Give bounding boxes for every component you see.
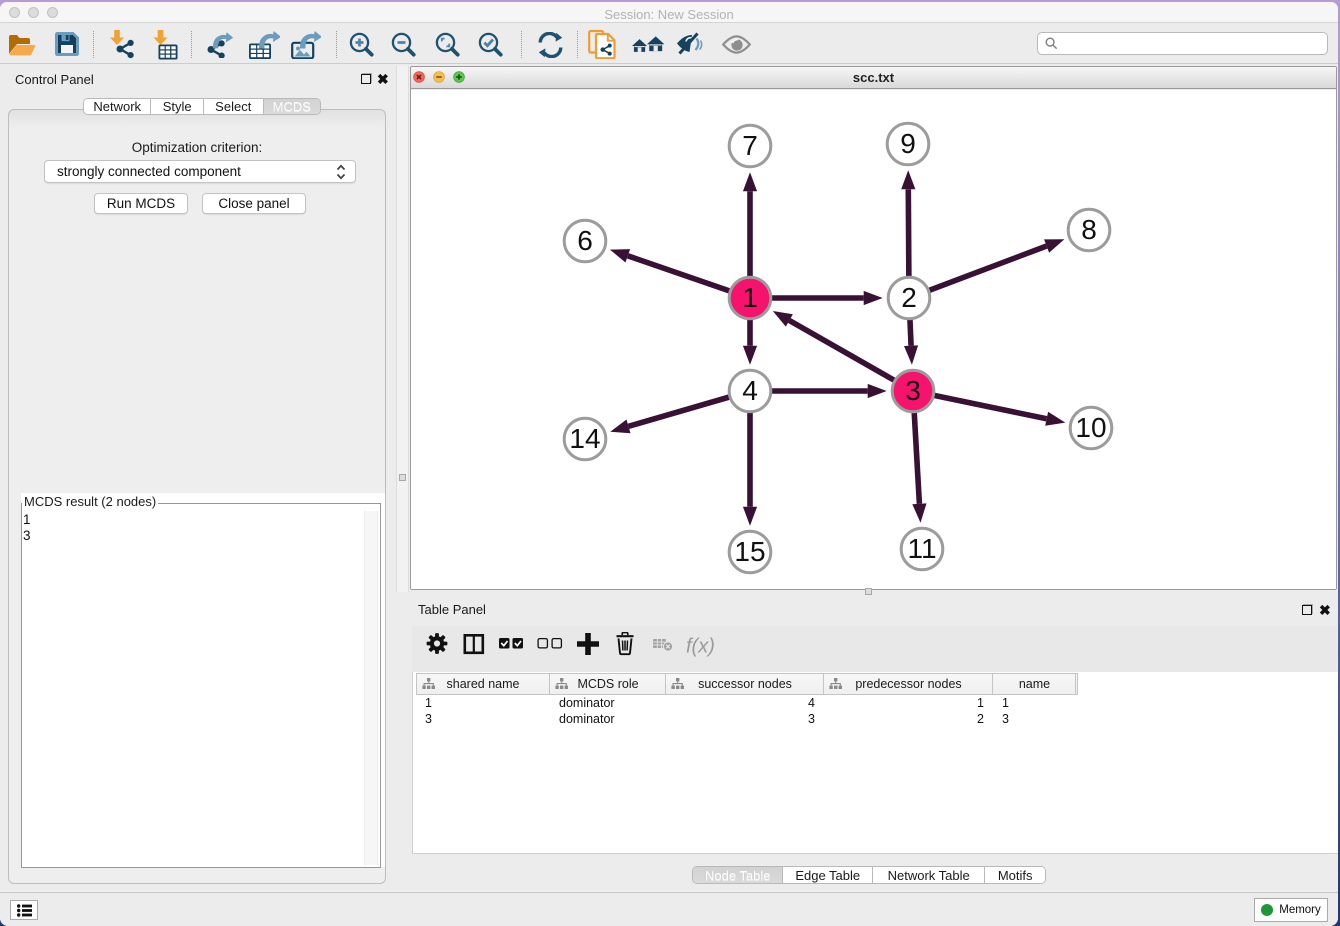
svg-text:7: 7 [742, 130, 758, 161]
svg-text:f(x): f(x) [686, 636, 715, 658]
svg-text:9: 9 [900, 128, 916, 159]
svg-text:1: 1 [742, 282, 758, 313]
svg-text:11: 11 [907, 533, 936, 564]
svg-text:2: 2 [901, 282, 917, 313]
svg-text:4: 4 [742, 375, 758, 406]
svg-text:8: 8 [1081, 214, 1097, 245]
svg-text:6: 6 [577, 225, 593, 256]
svg-text:14: 14 [569, 423, 600, 454]
svg-text:10: 10 [1075, 412, 1106, 443]
svg-text:3: 3 [905, 375, 921, 406]
svg-text:15: 15 [734, 536, 765, 567]
